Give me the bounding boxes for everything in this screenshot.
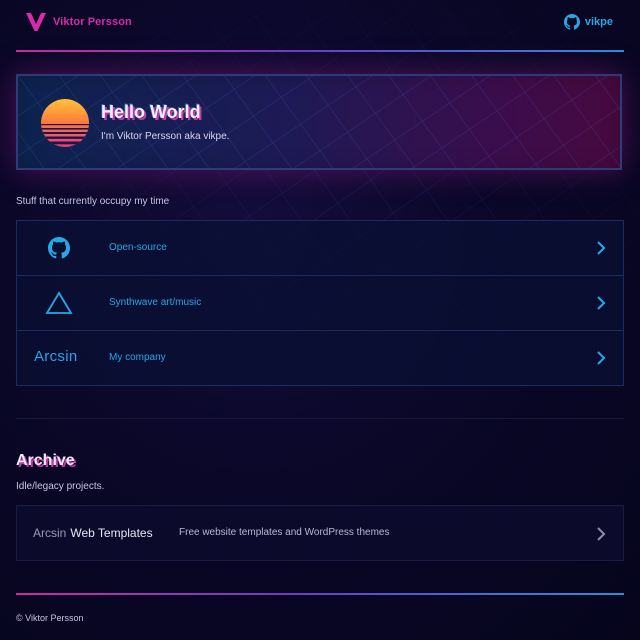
github-icon: [563, 14, 580, 30]
section-divider: [16, 418, 624, 419]
list-item-label: Open-source: [109, 242, 167, 253]
archive-card-web-templates[interactable]: Arcsin Web Templates Free website templat…: [16, 505, 624, 561]
github-icon: [48, 237, 70, 259]
section-label: Stuff that currently occupy my time: [16, 196, 170, 207]
github-username: vikpe: [584, 16, 613, 28]
chevron-right-icon: [597, 296, 606, 310]
logo-v-icon[interactable]: [25, 12, 47, 32]
list-item-label: Synthwave art/music: [109, 297, 202, 308]
list-item-label: My company: [109, 352, 166, 363]
web-templates-logo-text: Web Templates: [70, 526, 153, 540]
list-item-icon-wrap: [45, 289, 73, 317]
archive-title: Archive: [16, 452, 75, 469]
site-header: Viktor Persson vikpe: [0, 0, 640, 50]
arcsin-web-templates-logo: Arcsin Web Templates: [33, 526, 153, 540]
arcsin-logo: Arcsin: [34, 348, 78, 365]
list-item-synthwave[interactable]: Synthwave art/music: [17, 276, 623, 331]
hero-subtitle: I'm Viktor Persson aka vikpe.: [101, 131, 230, 142]
hero-card: Hello World I'm Viktor Persson aka vikpe…: [16, 74, 622, 170]
list-item-company[interactable]: Arcsin My company: [17, 331, 623, 386]
page: Viktor Persson vikpe Hello World I'm Vik…: [0, 0, 640, 640]
archive-subtitle: Idle/legacy projects.: [16, 481, 105, 492]
footer-divider: [16, 593, 624, 595]
activity-list: Open-source Synthwave art/music Arcsin M…: [16, 220, 624, 386]
list-item-open-source[interactable]: Open-source: [17, 221, 623, 276]
list-item-icon-wrap: [45, 234, 73, 262]
arcsin-logo-text: Arcsin: [33, 526, 67, 540]
chevron-right-icon: [597, 351, 606, 365]
header-divider: [16, 50, 624, 52]
synthwave-sun-icon: [41, 99, 89, 147]
site-name[interactable]: Viktor Persson: [53, 16, 132, 28]
archive-card-description: Free website templates and WordPress the…: [179, 527, 390, 538]
chevron-right-icon: [597, 527, 606, 541]
github-link[interactable]: vikpe: [563, 14, 613, 30]
triangle-icon: [45, 291, 73, 314]
chevron-right-icon: [597, 241, 606, 255]
footer-copyright: © Viktor Persson: [16, 613, 84, 623]
hero-title: Hello World: [101, 102, 201, 122]
